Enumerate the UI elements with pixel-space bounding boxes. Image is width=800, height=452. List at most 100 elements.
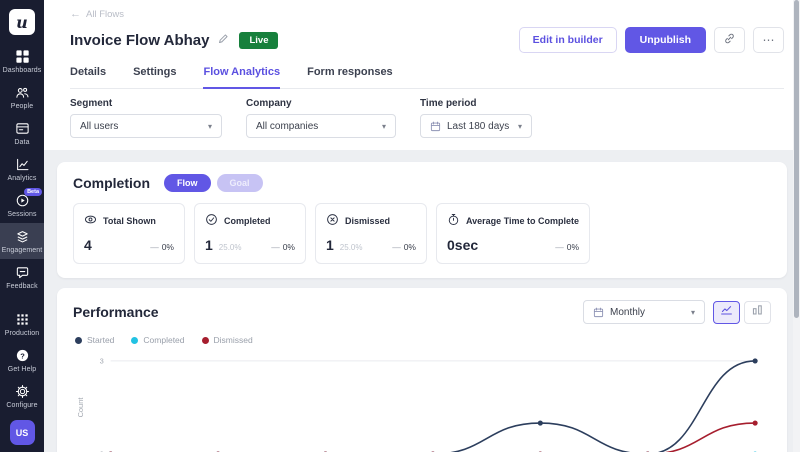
help-icon: ? xyxy=(15,348,30,363)
page-scrollbar xyxy=(793,0,800,452)
analytics-icon xyxy=(15,157,30,172)
chevron-down-icon: ▾ xyxy=(518,122,522,131)
sidebar-bottom: Production ? Get Help Configure US xyxy=(0,306,44,452)
stat-header: Dismissed xyxy=(326,213,416,228)
sidebar-item-feedback[interactable]: Feedback xyxy=(0,259,44,295)
dashboards-icon xyxy=(15,49,30,64)
company-select[interactable]: All companies ▾ xyxy=(246,114,396,138)
line-chart-icon xyxy=(720,303,733,321)
time-period-filter-label: Time period xyxy=(420,98,532,109)
stat-delta: —0% xyxy=(539,242,579,252)
performance-title: Performance xyxy=(73,304,159,320)
breadcrumb-label: All Flows xyxy=(86,9,124,20)
ellipsis-icon: ⋯ xyxy=(763,33,775,47)
app-logo[interactable]: u xyxy=(9,9,35,35)
copy-link-button[interactable] xyxy=(714,27,745,53)
sidebar-item-configure[interactable]: Configure xyxy=(0,378,44,414)
line-chart-toggle[interactable] xyxy=(713,301,740,324)
stat-header: Total Shown xyxy=(84,213,174,228)
sidebar-item-label: Feedback xyxy=(6,283,38,290)
sidebar-item-label: Data xyxy=(14,139,29,146)
sidebar-item-get-help[interactable]: ? Get Help xyxy=(0,342,44,378)
app-window: u Dashboards People Data Analytics Beta … xyxy=(0,0,800,452)
performance-controls: Monthly ▾ xyxy=(583,300,771,324)
company-filter: Company All companies ▾ xyxy=(246,98,396,138)
tab-bar: Details Settings Flow Analytics Form res… xyxy=(70,66,784,89)
sidebar-item-analytics[interactable]: Analytics xyxy=(0,151,44,187)
stat-delta: —0% xyxy=(134,242,174,252)
sidebar-item-label: Sessions xyxy=(7,211,36,218)
more-options-button[interactable]: ⋯ xyxy=(753,27,784,53)
sidebar-item-label: Get Help xyxy=(8,366,36,373)
breadcrumb[interactable]: ← All Flows xyxy=(70,8,784,20)
stat-header: Completed xyxy=(205,213,295,228)
tab-form-responses[interactable]: Form responses xyxy=(307,66,393,89)
stat-label: Completed xyxy=(224,216,271,226)
stat-value: 0sec xyxy=(447,237,478,253)
legend-completed[interactable]: Completed xyxy=(131,335,184,345)
stat-label: Dismissed xyxy=(345,216,390,226)
sidebar-item-engagement[interactable]: Engagement xyxy=(0,223,44,259)
scrollbar-thumb[interactable] xyxy=(794,0,799,318)
started-dot-icon xyxy=(75,337,82,344)
page-content: Completion Flow Goal Total Shown 4 xyxy=(44,150,800,452)
sidebar-item-dashboards[interactable]: Dashboards xyxy=(0,43,44,79)
avatar-initials: US xyxy=(16,428,29,438)
bar-chart-toggle[interactable] xyxy=(744,301,771,324)
app-logo-letter: u xyxy=(16,13,28,32)
main-area: ← All Flows Invoice Flow Abhay Live Edit… xyxy=(44,0,800,452)
user-avatar[interactable]: US xyxy=(10,420,35,445)
header-actions: Edit in builder Unpublish ⋯ xyxy=(519,27,784,53)
legend-started[interactable]: Started xyxy=(75,335,114,345)
performance-card: Performance Monthly ▾ St xyxy=(57,288,787,452)
stat-label: Average Time to Complete xyxy=(466,216,579,226)
stat-sub: 25.0% xyxy=(219,243,242,252)
topbar: ← All Flows Invoice Flow Abhay Live Edit… xyxy=(44,0,800,89)
calendar-icon xyxy=(593,307,604,318)
link-icon xyxy=(723,32,736,48)
tab-details[interactable]: Details xyxy=(70,66,106,89)
sidebar-item-label: Configure xyxy=(6,402,37,409)
chart-area: 03CountSep 2024Oct 2024Nov 2024Dec 2024J… xyxy=(73,351,771,452)
title-row: Invoice Flow Abhay Live Edit in builder … xyxy=(70,27,784,53)
stat-sub: 25.0% xyxy=(340,243,363,252)
series-legend: Started Completed Dismissed xyxy=(73,335,771,345)
legend-dismissed[interactable]: Dismissed xyxy=(202,335,253,345)
stat-value: 4 xyxy=(84,237,92,253)
filter-bar: Segment All users ▾ Company All companie… xyxy=(44,89,800,150)
tab-settings[interactable]: Settings xyxy=(133,66,176,89)
edit-title-button[interactable] xyxy=(217,33,229,48)
beta-badge: Beta xyxy=(24,188,42,196)
stat-label: Total Shown xyxy=(103,216,156,226)
toggle-goal-pill[interactable]: Goal xyxy=(217,174,263,192)
completion-card: Completion Flow Goal Total Shown 4 xyxy=(57,162,787,278)
toggle-flow-pill[interactable]: Flow xyxy=(164,174,211,192)
edit-in-builder-button[interactable]: Edit in builder xyxy=(519,27,617,53)
sidebar-item-people[interactable]: People xyxy=(0,79,44,115)
sidebar-item-sessions[interactable]: Beta Sessions xyxy=(0,187,44,223)
completion-title: Completion xyxy=(73,175,150,191)
granularity-select[interactable]: Monthly ▾ xyxy=(583,300,705,324)
pencil-icon xyxy=(217,33,229,48)
time-period-select[interactable]: Last 180 days ▾ xyxy=(420,114,532,138)
segment-select[interactable]: All users ▾ xyxy=(70,114,222,138)
chevron-down-icon: ▾ xyxy=(208,122,212,131)
production-grid-icon xyxy=(15,312,30,327)
stat-delta: —0% xyxy=(376,242,416,252)
people-icon xyxy=(15,85,30,100)
sidebar-item-label: People xyxy=(11,103,33,110)
time-period-select-value: Last 180 days xyxy=(447,121,509,132)
tab-flow-analytics[interactable]: Flow Analytics xyxy=(203,66,280,89)
sidebar-item-data[interactable]: Data xyxy=(0,115,44,151)
stat-delta: —0% xyxy=(255,242,295,252)
performance-header: Performance Monthly ▾ xyxy=(73,300,771,324)
sidebar-item-production[interactable]: Production xyxy=(0,306,44,342)
unpublish-button[interactable]: Unpublish xyxy=(625,27,706,53)
stat-values: 0sec —0% xyxy=(447,237,579,253)
stat-average-time: Average Time to Complete 0sec —0% xyxy=(436,203,590,264)
sidebar-item-label: Production xyxy=(5,330,39,337)
chevron-down-icon: ▾ xyxy=(691,308,695,317)
stat-dismissed: Dismissed 1 25.0% —0% xyxy=(315,203,427,264)
svg-text:Count: Count xyxy=(76,398,85,418)
sidebar-item-label: Analytics xyxy=(8,175,37,182)
